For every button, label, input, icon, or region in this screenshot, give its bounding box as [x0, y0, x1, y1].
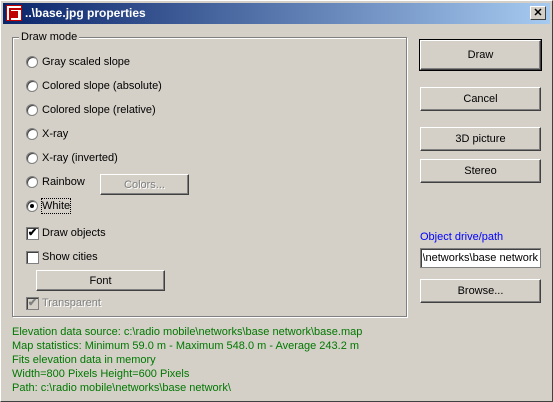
- info-dimensions: Width=800 Pixels Height=600 Pixels: [12, 368, 190, 380]
- radio-label: X-ray (inverted): [42, 152, 118, 164]
- info-memory: Fits elevation data in memory: [12, 354, 156, 366]
- checkmark-icon[interactable]: ✔: [26, 297, 39, 310]
- checkbox-label: Draw objects: [42, 227, 106, 239]
- radio-label: Rainbow: [42, 176, 85, 188]
- radio-button[interactable]: [26, 128, 38, 140]
- radio-label: Colored slope (absolute): [42, 80, 162, 92]
- draw-button[interactable]: Draw: [419, 39, 542, 71]
- checkbox-label: Show cities: [42, 251, 98, 263]
- window-title: ..\base.jpg properties: [25, 6, 146, 20]
- checkbox-label: Transparent: [42, 297, 101, 309]
- checkbox-box[interactable]: [26, 251, 39, 264]
- info-map-statistics: Map statistics: Minimum 59.0 m - Maximum…: [12, 340, 360, 352]
- info-elevation-source: Elevation data source: c:\radio mobile\n…: [12, 326, 363, 338]
- close-button[interactable]: ✕: [530, 6, 546, 20]
- radio-label: Colored slope (relative): [42, 104, 156, 116]
- object-drive-input[interactable]: [420, 248, 541, 268]
- radio-label: X-ray: [42, 128, 69, 140]
- title-bar[interactable]: ..\base.jpg properties ✕: [3, 3, 550, 24]
- browse-button[interactable]: Browse...: [420, 279, 541, 303]
- radio-label: Gray scaled slope: [42, 56, 131, 68]
- colors-button[interactable]: Colors...: [100, 174, 189, 195]
- properties-dialog: ..\base.jpg properties ✕ Draw mode Gray …: [0, 0, 553, 402]
- radio-button[interactable]: [26, 176, 38, 188]
- radio-label: White: [40, 198, 72, 214]
- info-path: Path: c:\radio mobile\networks\base netw…: [12, 382, 231, 394]
- 3d-picture-button[interactable]: 3D picture: [420, 127, 541, 151]
- draw-mode-legend: Draw mode: [19, 31, 80, 43]
- radio-button[interactable]: [26, 56, 38, 68]
- cancel-button[interactable]: Cancel: [420, 87, 541, 111]
- checkmark-icon[interactable]: ✔: [26, 227, 39, 240]
- radio-button[interactable]: [26, 104, 38, 116]
- radio-button[interactable]: [26, 80, 38, 92]
- stereo-button[interactable]: Stereo: [420, 159, 541, 183]
- radio-button[interactable]: [26, 152, 38, 164]
- font-button[interactable]: Font: [36, 270, 165, 291]
- object-drive-label: Object drive/path: [420, 231, 504, 243]
- app-map-icon[interactable]: [6, 5, 22, 21]
- radio-button-selected[interactable]: [26, 200, 38, 212]
